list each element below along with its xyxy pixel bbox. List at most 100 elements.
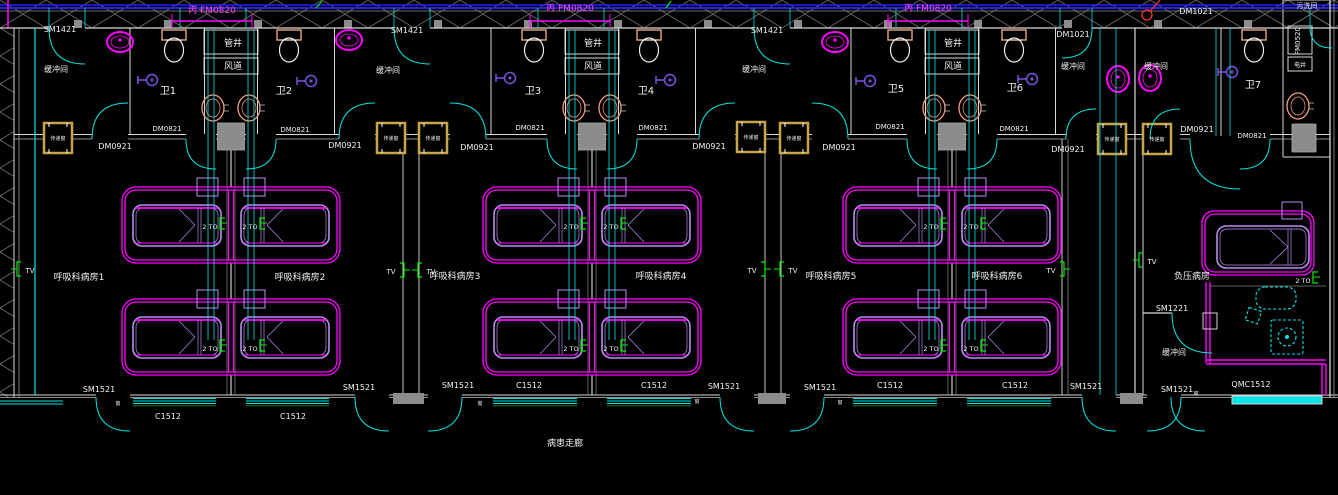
label-2-to-62: 2 TO [242, 345, 257, 353]
label-c1512-90: C1512 [877, 381, 903, 390]
label-c1512-87: C1512 [280, 412, 306, 421]
label-cn-75: 传递窗 [743, 134, 758, 141]
label-sm1521-82: SM1521 [708, 382, 740, 391]
label-2-to-70: 2 TO [963, 345, 978, 353]
label-dm0821-28: DM0821 [152, 125, 181, 133]
label-dm0821-31: DM0821 [638, 124, 667, 132]
label-2-45: 呼吸科病房2 [275, 271, 326, 283]
label-tv-56: TV [787, 267, 797, 275]
label-2-to-66: 2 TO [603, 345, 618, 353]
label-2-to-63: 2 TO [563, 223, 578, 231]
label-5-25: 卫5 [888, 84, 904, 95]
floor-plan: 丙 FM0820 丙 FM0820 丙 FM0820 DM1021 污洗间 DM1021 S… [0, 0, 1338, 495]
label-4-47: 呼吸科病房4 [636, 270, 687, 282]
label-c1512-91: C1512 [1002, 381, 1028, 390]
label-sm1221-51: SM1221 [1156, 304, 1188, 313]
label-fm0520-42: FM0520 [1294, 27, 1302, 55]
label-dm0821-33: DM0821 [999, 125, 1028, 133]
label-dm1021-5: DM1021 [1056, 30, 1089, 39]
label-c1512-88: C1512 [516, 381, 542, 390]
cad-drawing-canvas[interactable]: 丙 FM0820 丙 FM0820 丙 FM0820 DM1021 污洗间 DM1021 S… [0, 0, 1338, 495]
label-dm0821-32: DM0821 [875, 123, 904, 131]
label-dm0921-36: DM0921 [328, 141, 361, 150]
label-qmc1512-92: QMC1512 [1231, 380, 1270, 389]
label-dm0821-30: DM0821 [515, 124, 544, 132]
label-cn-16: 缓冲间 [376, 65, 400, 75]
label-1-44: 呼吸科病房1 [54, 271, 105, 283]
label-dm0821-29: DM0821 [280, 126, 309, 134]
label-cn-96: 窗 [694, 398, 699, 405]
label-tv-54: TV [425, 268, 435, 276]
label-cn-14: 风道 [944, 60, 962, 72]
label-cn-19: 缓冲间 [1144, 61, 1168, 71]
label-5-48: 呼吸科病房5 [806, 270, 857, 282]
label-cn-74: 传递窗 [425, 135, 440, 142]
label-cn-9: 管井 [224, 37, 242, 49]
label-sm1421-6: SM1421 [44, 25, 76, 34]
label-2-to-59: 2 TO [202, 223, 217, 231]
label-sm1421-8: SM1421 [751, 26, 783, 35]
label-2-22: 卫2 [276, 86, 292, 97]
label-dm0921-38: DM0921 [692, 142, 725, 151]
label-7-27: 卫7 [1245, 80, 1261, 91]
label-2-to-61: 2 TO [202, 345, 217, 353]
label-cn-18: 缓冲间 [1061, 61, 1085, 71]
label-cn-97: 窗 [837, 399, 842, 406]
label-dm0921-39: DM0921 [822, 143, 855, 152]
label-cn-20: 缓冲间 [1162, 347, 1186, 357]
label-2-to-68: 2 TO [963, 223, 978, 231]
label-6-26: 卫6 [1007, 83, 1023, 94]
label-tv-53: TV [385, 268, 395, 276]
label-cn-4: 污洗间 [1297, 1, 1318, 10]
label-dm0821-34: DM0821 [1237, 132, 1266, 140]
label-tv-58: TV [1146, 258, 1156, 266]
label-2-to-65: 2 TO [563, 345, 578, 353]
label-dm0921-35: DM0921 [98, 142, 131, 151]
label-cn-93: 病患走廊 [547, 437, 583, 449]
label-6-49: 呼吸科病房6 [972, 270, 1023, 282]
label-cn-10: 管井 [584, 37, 602, 49]
label-tv-52: TV [24, 267, 34, 275]
label-3-46: 呼吸科病房3 [430, 270, 481, 282]
label-cn-15: 缓冲间 [44, 64, 68, 74]
label-2-to-71: 2 TO [1295, 277, 1310, 285]
label-fm0820-1: 丙 FM0820 [546, 3, 594, 14]
label-cn-94: 窗 [115, 400, 120, 407]
label-3-23: 卫3 [525, 86, 541, 97]
label-cn-17: 缓冲间 [742, 64, 766, 74]
label-tv-57: TV [1045, 267, 1055, 275]
label-cn-11: 管井 [944, 37, 962, 49]
label-sm1521-83: SM1521 [804, 383, 836, 392]
label-fm0820-2: 丙 FM0820 [904, 3, 952, 14]
label-cn-76: 传递窗 [786, 135, 801, 142]
label-1-21: 卫1 [160, 86, 176, 97]
label-cn-98: 窗 [1193, 390, 1198, 397]
label-2-to-69: 2 TO [923, 345, 938, 353]
label-cn-77: 传递窗 [1104, 136, 1119, 143]
label-dm0921-37: DM0921 [460, 143, 493, 152]
label-fm0820-0: 丙 FM0820 [188, 5, 236, 16]
label-sm1521-81: SM1521 [442, 381, 474, 390]
label-dm0921-41: DM0921 [1180, 125, 1213, 134]
label-cn-12: 风道 [224, 60, 242, 72]
label-2-to-60: 2 TO [242, 223, 257, 231]
label-cn-43: 电井 [1294, 61, 1306, 69]
label-tv-55: TV [746, 267, 756, 275]
label-dm0921-40: DM0921 [1051, 145, 1084, 154]
label-sm1521-79: SM1521 [83, 385, 115, 394]
label-2-to-64: 2 TO [603, 223, 618, 231]
label-cn-72: 传递窗 [50, 135, 65, 142]
label-sm1521-84: SM1521 [1070, 382, 1102, 391]
label-4-24: 卫4 [638, 86, 654, 97]
label-dm1021-3: DM1021 [1179, 7, 1212, 16]
label-cn-73: 传递窗 [383, 135, 398, 142]
label-cn-95: 窗 [477, 400, 482, 407]
label-c1512-86: C1512 [155, 412, 181, 421]
label-sm1421-7: SM1421 [391, 26, 423, 35]
label-sm1521-80: SM1521 [343, 383, 375, 392]
label-cn-13: 风道 [584, 60, 602, 72]
label-sm1521-85: SM1521 [1161, 385, 1193, 394]
label-2-to-67: 2 TO [923, 223, 938, 231]
label-cn-50: 负压病房 [1174, 270, 1210, 282]
label-c1512-89: C1512 [641, 381, 667, 390]
